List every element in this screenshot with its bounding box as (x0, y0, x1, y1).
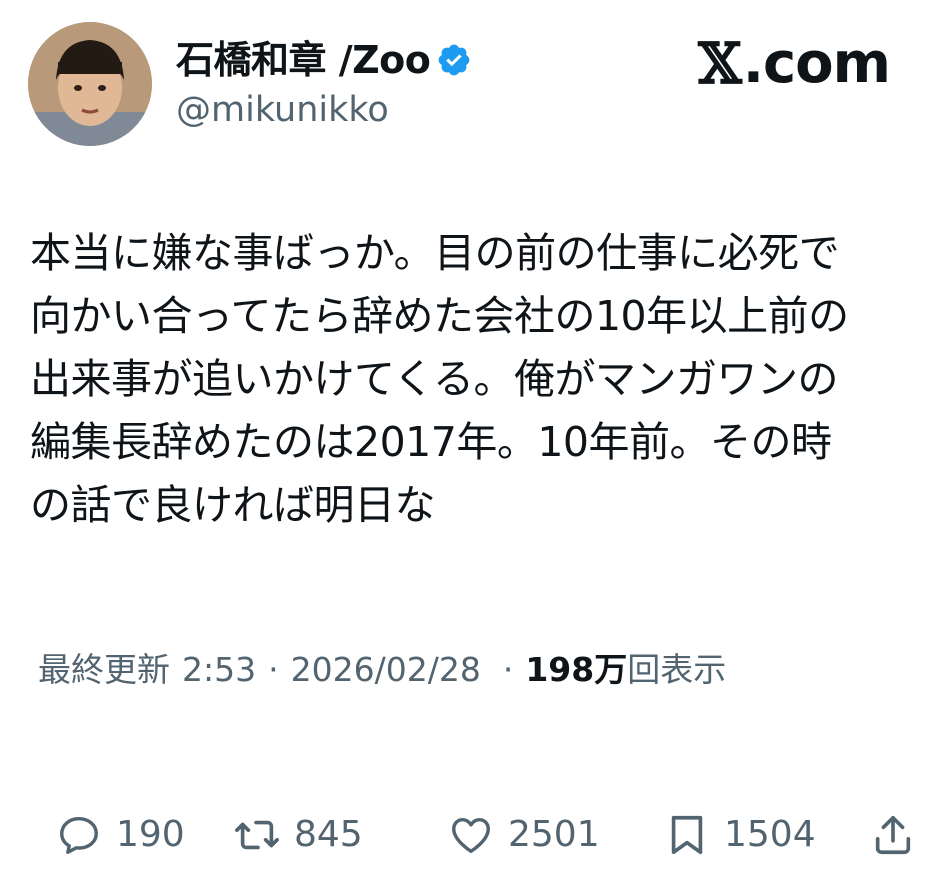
share-button[interactable] (870, 800, 916, 870)
x-logo-icon: 𝕏 (698, 31, 741, 97)
tweet-line: 編集長辞めたのは2017年。10年前。その時 (30, 418, 832, 466)
heart-icon (452, 817, 490, 854)
tweet-line: 向かい合ってたら辞めた会社の10年以上前の (30, 292, 849, 340)
brand-suffix: .com (742, 31, 891, 96)
bookmark-button[interactable]: 1504 (664, 800, 816, 870)
updated-label: 最終更新 (38, 650, 170, 689)
action-bar: 190 845 2501 1504 (0, 800, 952, 870)
reply-count: 190 (116, 814, 185, 855)
author-display-name[interactable]: 石橋和章 /Zoo (176, 36, 431, 84)
like-button[interactable]: 2501 (448, 800, 600, 870)
avatar[interactable] (28, 22, 152, 146)
views-label: 回表示 (627, 650, 727, 689)
share-icon (875, 815, 911, 855)
tweet-meta: 最終更新 2:53 · 2026/02/28 · 198万 回表示 (38, 646, 726, 694)
author-name-row[interactable]: 石橋和章 /Zoo (176, 36, 472, 84)
repost-count: 845 (294, 814, 363, 855)
repost-icon (235, 820, 279, 850)
bookmark-count: 1504 (724, 814, 816, 855)
repost-button[interactable]: 845 (234, 800, 363, 870)
like-count: 2501 (508, 814, 600, 855)
bookmark-icon (671, 815, 703, 855)
verified-badge-icon (436, 42, 472, 78)
tweet-line: 本当に嫌な事ばっか。目の前の仕事に必死で (30, 229, 840, 277)
avatar-image (28, 22, 152, 146)
meta-separator: · (268, 650, 279, 689)
reply-button[interactable]: 190 (56, 800, 185, 870)
meta-separator: · (502, 650, 514, 689)
tweet-time[interactable]: 2:53 (182, 646, 256, 694)
author-handle[interactable]: @mikunikko (176, 88, 389, 132)
tweet-date[interactable]: 2026/02/28 (291, 646, 481, 694)
views-count: 198万 (525, 650, 628, 689)
tweet-text: 本当に嫌な事ばっか。目の前の仕事に必死で 向かい合ってたら辞めた会社の10年以上… (30, 222, 930, 537)
x-com-logo: 𝕏 .com (698, 31, 891, 97)
reply-icon (60, 816, 98, 854)
tweet-line: の話で良ければ明日な (30, 481, 436, 529)
tweet-line: 出来事が追いかけてくる。俺がマンガワンの (30, 355, 838, 403)
